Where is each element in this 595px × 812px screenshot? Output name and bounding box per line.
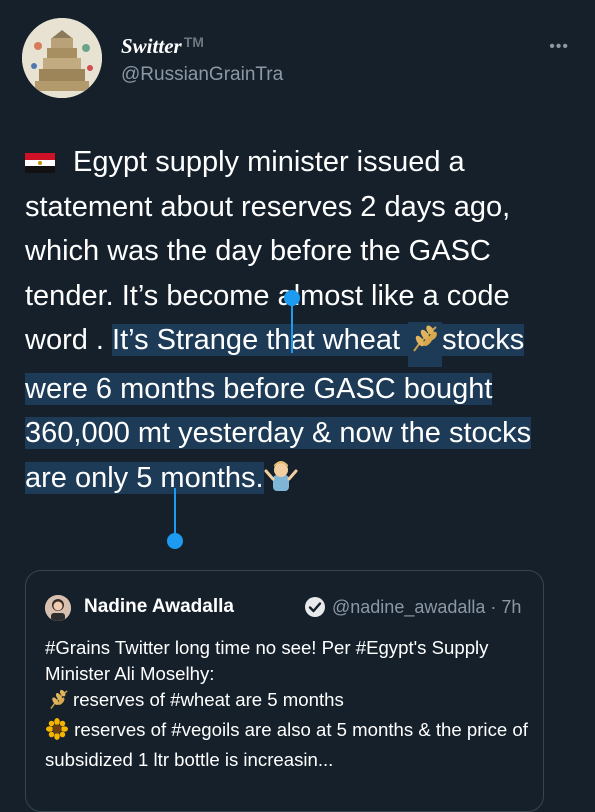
quoted-text-line1: #Grains Twitter long time no see! Per #E… [45, 637, 489, 684]
wheat-icon [45, 688, 73, 717]
quoted-display-name[interactable]: Nadine Awadalla [84, 596, 234, 618]
selection-start-handle[interactable] [284, 290, 300, 306]
selection-end-handle[interactable] [167, 533, 183, 549]
quoted-text: #Grains Twitter long time no see! Per #E… [45, 635, 540, 773]
quoted-handle[interactable]: @nadine_awadalla · 7h [332, 597, 521, 618]
more-options-icon[interactable]: ••• [549, 38, 569, 56]
quoted-text-line3: reserves of #vegoils are also at 5 month… [45, 719, 528, 770]
sunflower-icon [45, 718, 69, 747]
display-name[interactable]: Switter TM [121, 34, 204, 59]
avatar[interactable] [22, 18, 102, 98]
quoted-tweet[interactable]: Nadine Awadalla @nadine_awadalla · 7h #G… [25, 570, 544, 812]
display-name-text: Switter [121, 34, 182, 58]
trademark: TM [183, 34, 204, 50]
tower-of-babel-image [22, 18, 102, 98]
handle[interactable]: @RussianGrainTra [121, 64, 283, 86]
person-shrugging-icon [264, 459, 298, 505]
verified-badge-icon [304, 596, 326, 623]
egypt-flag-icon [25, 142, 55, 173]
wheat-icon [408, 322, 443, 367]
tweet-text-selected-1: It’s Strange that wheat [112, 324, 409, 356]
quoted-text-line2: reserves of #wheat are 5 months [73, 689, 344, 710]
quoted-avatar[interactable] [45, 595, 71, 621]
tweet-text: Egypt supply minister issued a statement… [25, 140, 580, 504]
